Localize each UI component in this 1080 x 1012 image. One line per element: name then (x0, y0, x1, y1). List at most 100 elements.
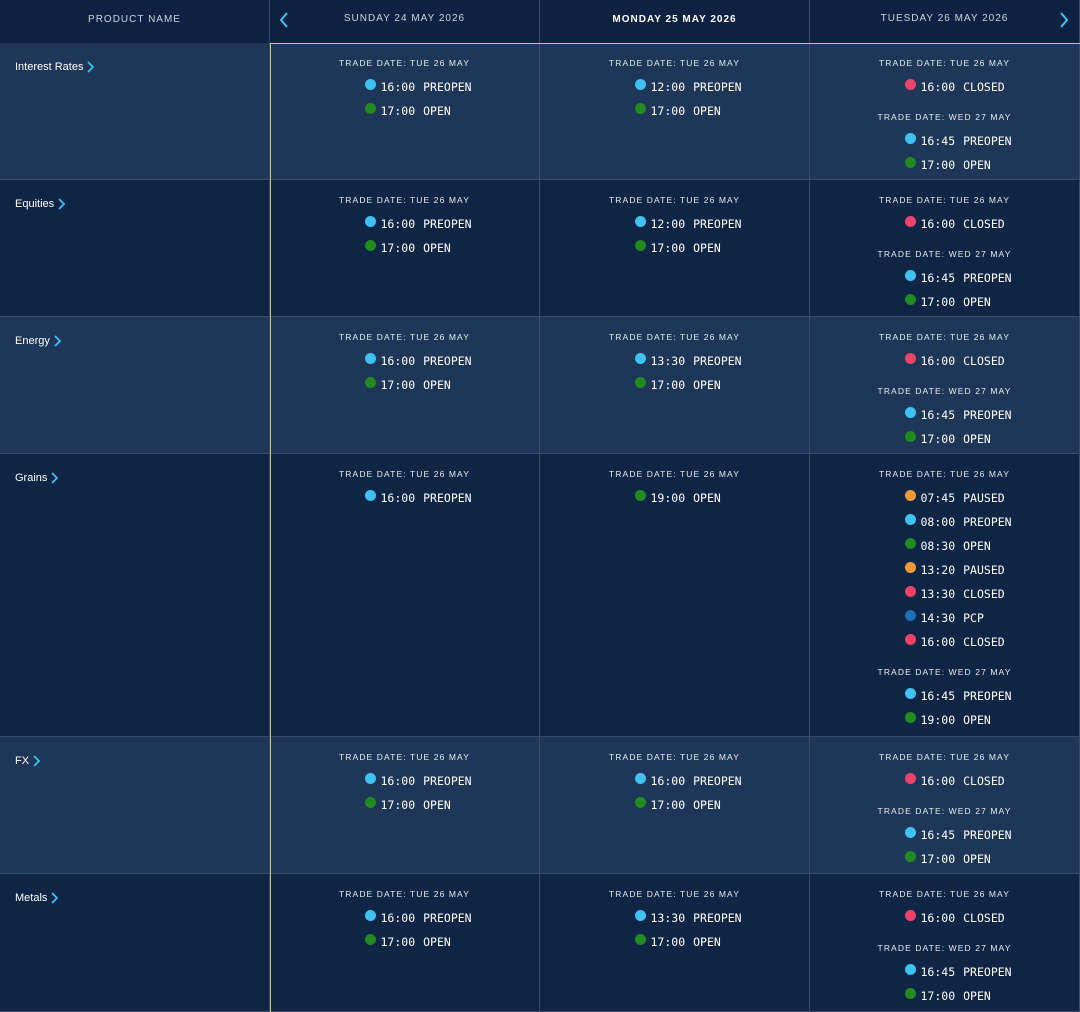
trade-date-label: TRADE DATE: TUE 26 MAY (879, 469, 1010, 479)
schedule-event: 16:00 PREOPEN (330, 906, 480, 930)
schedule-cell: TRADE DATE: TUE 26 MAY 16:00 PREOPEN 17:00 O… (270, 737, 540, 874)
event-time: 13:30 (920, 587, 956, 601)
schedule-cell: TRADE DATE: TUE 26 MAY 12:00 PREOPEN 17:00 O… (540, 43, 810, 180)
schedule-event: 16:00 PREOPEN (600, 769, 750, 793)
trade-date-label: TRADE DATE: TUE 26 MAY (879, 58, 1010, 68)
schedule-event: 17:00 OPEN (870, 153, 1020, 177)
event-status: PREOPEN (423, 491, 472, 505)
event-time: 16:00 (920, 774, 956, 788)
event-status: CLOSED (963, 217, 1005, 231)
status-dot-icon (904, 633, 916, 645)
trade-date-label: TRADE DATE: WED 27 MAY (877, 249, 1012, 259)
event-time: 16:00 (920, 911, 956, 925)
trade-date-group: TRADE DATE: TUE 26 MAY 16:00 PREOPEN 17:00 O… (270, 180, 539, 260)
chevron-right-icon (87, 61, 95, 73)
product-name: Interest Rates (15, 61, 84, 73)
product-link-interest-rates[interactable]: Interest Rates (15, 61, 95, 73)
chevron-right-icon (51, 472, 59, 484)
event-time: 17:00 (650, 104, 686, 118)
status-dot-icon (364, 489, 376, 501)
event-time: 17:00 (380, 935, 416, 949)
event-time: 17:00 (920, 158, 956, 172)
status-dot-icon (904, 537, 916, 549)
schedule-event: 17:00 OPEN (330, 99, 480, 123)
schedule-event: 16:00 PREOPEN (330, 75, 480, 99)
event-time: 16:00 (650, 774, 686, 788)
schedule-event: 17:00 OPEN (600, 373, 750, 397)
event-time: 13:30 (650, 354, 686, 368)
schedule-cell: TRADE DATE: TUE 26 MAY 16:00 PREOPEN 17:00 O… (270, 317, 540, 454)
trading-schedule-grid: PRODUCT NAME SUNDAY 24 MAY 2026 MONDAY 2… (0, 0, 1080, 1012)
status-dot-icon (364, 376, 376, 388)
trade-date-label: TRADE DATE: TUE 26 MAY (609, 195, 740, 205)
schedule-event: 16:00 PREOPEN (330, 212, 480, 236)
status-dot-icon (904, 156, 916, 168)
status-dot-icon (904, 215, 916, 227)
status-dot-icon (904, 489, 916, 501)
event-time: 16:45 (920, 408, 956, 422)
schedule-event: 16:45 PREOPEN (870, 129, 1020, 153)
trade-date-group: TRADE DATE: TUE 26 MAY 16:00 PREOPEN (270, 454, 539, 510)
chevron-right-icon (51, 892, 59, 904)
product-link-metals[interactable]: Metals (15, 892, 59, 904)
status-dot-icon (904, 585, 916, 597)
next-day-button[interactable] (1054, 8, 1074, 32)
event-status: PREOPEN (963, 271, 1012, 285)
day-label: MONDAY 25 MAY 2026 (612, 14, 737, 25)
schedule-event: 12:00 PREOPEN (600, 212, 750, 236)
status-dot-icon (634, 239, 646, 251)
chevron-left-icon (279, 12, 288, 28)
product-link-fx[interactable]: FX (15, 755, 41, 767)
event-status: CLOSED (963, 635, 1005, 649)
trade-date-group: TRADE DATE: TUE 26 MAY 16:00 CLOSED (810, 317, 1079, 373)
event-time: 16:00 (920, 354, 956, 368)
trade-date-label: TRADE DATE: WED 27 MAY (877, 386, 1012, 396)
product-link-grains[interactable]: Grains (15, 472, 59, 484)
schedule-event: 16:00 PREOPEN (330, 349, 480, 373)
trade-date-group: TRADE DATE: WED 27 MAY 16:45 PREOPEN 19:00 O… (810, 654, 1079, 732)
schedule-event: 17:00 OPEN (330, 236, 480, 260)
status-dot-icon (904, 909, 916, 921)
event-status: OPEN (963, 539, 991, 553)
trade-date-group: TRADE DATE: WED 27 MAY 16:45 PREOPEN 17:00 O… (810, 99, 1079, 177)
event-status: OPEN (693, 798, 721, 812)
product-link-equities[interactable]: Equities (15, 198, 66, 210)
status-dot-icon (364, 933, 376, 945)
status-dot-icon (634, 376, 646, 388)
schedule-cell: TRADE DATE: TUE 26 MAY 16:00 PREOPEN 17:00 O… (270, 180, 540, 317)
schedule-event: 13:30 PREOPEN (600, 906, 750, 930)
event-status: OPEN (693, 491, 721, 505)
schedule-event: 08:00 PREOPEN (870, 510, 1020, 534)
schedule-cell: TRADE DATE: TUE 26 MAY 16:00 PREOPEN 17:00 O… (540, 737, 810, 874)
trade-date-group: TRADE DATE: WED 27 MAY 16:45 PREOPEN 17:00 O… (810, 236, 1079, 314)
status-dot-icon (904, 269, 916, 281)
event-time: 16:00 (920, 217, 956, 231)
schedule-event: 12:00 PREOPEN (600, 75, 750, 99)
event-status: PREOPEN (693, 217, 742, 231)
event-status: OPEN (963, 989, 991, 1003)
status-dot-icon (364, 102, 376, 114)
schedule-event: 16:45 PREOPEN (870, 684, 1020, 708)
event-time: 08:00 (920, 515, 956, 529)
event-time: 17:00 (650, 935, 686, 949)
schedule-cell: TRADE DATE: TUE 26 MAY 16:00 CLOSED TRADE D… (810, 317, 1080, 454)
status-dot-icon (904, 850, 916, 862)
event-time: 19:00 (920, 713, 956, 727)
event-status: OPEN (423, 241, 451, 255)
trade-date-group: TRADE DATE: TUE 26 MAY 16:00 CLOSED (810, 180, 1079, 236)
event-status: PAUSED (963, 491, 1005, 505)
event-time: 12:00 (650, 80, 686, 94)
schedule-cell: TRADE DATE: TUE 26 MAY 12:00 PREOPEN 17:00 O… (540, 180, 810, 317)
event-status: PREOPEN (693, 80, 742, 94)
product-name-label: PRODUCT NAME (88, 14, 181, 25)
status-dot-icon (364, 78, 376, 90)
product-link-energy[interactable]: Energy (15, 335, 61, 347)
schedule-event: 13:20 PAUSED (870, 558, 1020, 582)
schedule-event: 19:00 OPEN (870, 708, 1020, 732)
status-dot-icon (364, 215, 376, 227)
day-label: TUESDAY 26 MAY 2026 (880, 13, 1009, 24)
trade-date-label: TRADE DATE: TUE 26 MAY (609, 752, 740, 762)
event-time: 17:00 (650, 798, 686, 812)
prev-day-button[interactable] (274, 8, 294, 32)
status-dot-icon (904, 78, 916, 90)
